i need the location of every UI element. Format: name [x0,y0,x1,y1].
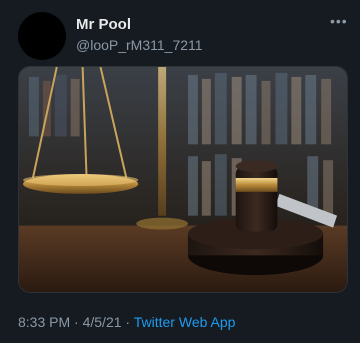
display-name[interactable]: Mr Pool [76,16,131,33]
more-options-icon[interactable]: ••• [330,14,348,28]
justice-photo [19,67,347,292]
tweet-card: Mr Pool @looP_rM311_7211 ••• 8:33 PM · 4… [0,0,360,343]
tweet-image[interactable] [18,66,348,293]
tweet-time[interactable]: 8:33 PM [18,314,70,330]
meta-separator: · [125,314,131,330]
tweet-meta: 8:33 PM · 4/5/21 · Twitter Web App [18,314,235,330]
avatar[interactable] [18,12,66,60]
meta-separator: · [74,314,79,330]
source-app-link[interactable]: Twitter Web App [134,314,236,330]
user-handle[interactable]: @looP_rM311_7211 [76,37,203,53]
tweet-date[interactable]: 4/5/21 [83,314,122,330]
